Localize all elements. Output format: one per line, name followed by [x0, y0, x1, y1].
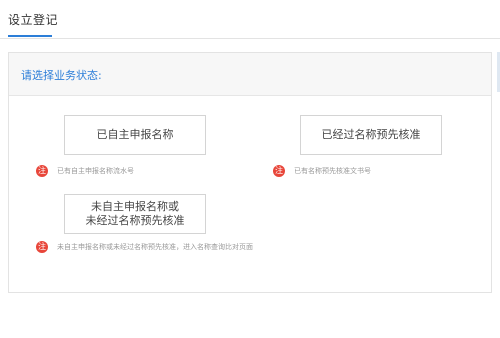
- no-name-declared-label: 未自主申报名称或 未经过名称预先核准: [86, 200, 185, 228]
- pre-approved-name-note: 注 已有名称预先核准文书号: [273, 165, 371, 178]
- self-declared-name-note: 注 已有自主申报名称流水号: [36, 165, 134, 178]
- note-badge-icon: 注: [36, 165, 48, 177]
- panel-header: 请选择业务状态:: [9, 53, 491, 96]
- label-line-2: 未经过名称预先核准: [85, 214, 185, 227]
- tab-setup-registration[interactable]: 设立登记: [8, 11, 58, 28]
- panel-title: 请选择业务状态:: [21, 69, 102, 82]
- self-declared-name-label: 已自主申报名称: [96, 128, 174, 141]
- no-name-declared-button[interactable]: 未自主申报名称或 未经过名称预先核准: [64, 194, 206, 234]
- note-text: 已有自主申报名称流水号: [57, 167, 134, 175]
- note-badge-icon: 注: [273, 165, 285, 177]
- business-status-panel: 请选择业务状态: 已自主申报名称 注 已有自主申报名称流水号 已经过名称预先核准…: [8, 52, 492, 293]
- active-tab-indicator: [8, 35, 52, 37]
- pre-approved-name-button[interactable]: 已经过名称预先核准: [300, 115, 442, 155]
- tab-bar: 设立登记: [0, 0, 500, 39]
- self-declared-name-button[interactable]: 已自主申报名称: [64, 115, 206, 155]
- pre-approved-name-label: 已经过名称预先核准: [321, 128, 421, 141]
- label-line-1: 未自主申报名称或: [91, 200, 179, 213]
- note-badge-icon: 注: [36, 241, 48, 253]
- note-text: 未自主申报名称或未经过名称预先核准，进入名称查询比对页面: [57, 243, 253, 251]
- no-name-declared-note: 注 未自主申报名称或未经过名称预先核准，进入名称查询比对页面: [36, 241, 257, 254]
- note-text: 已有名称预先核准文书号: [294, 167, 371, 175]
